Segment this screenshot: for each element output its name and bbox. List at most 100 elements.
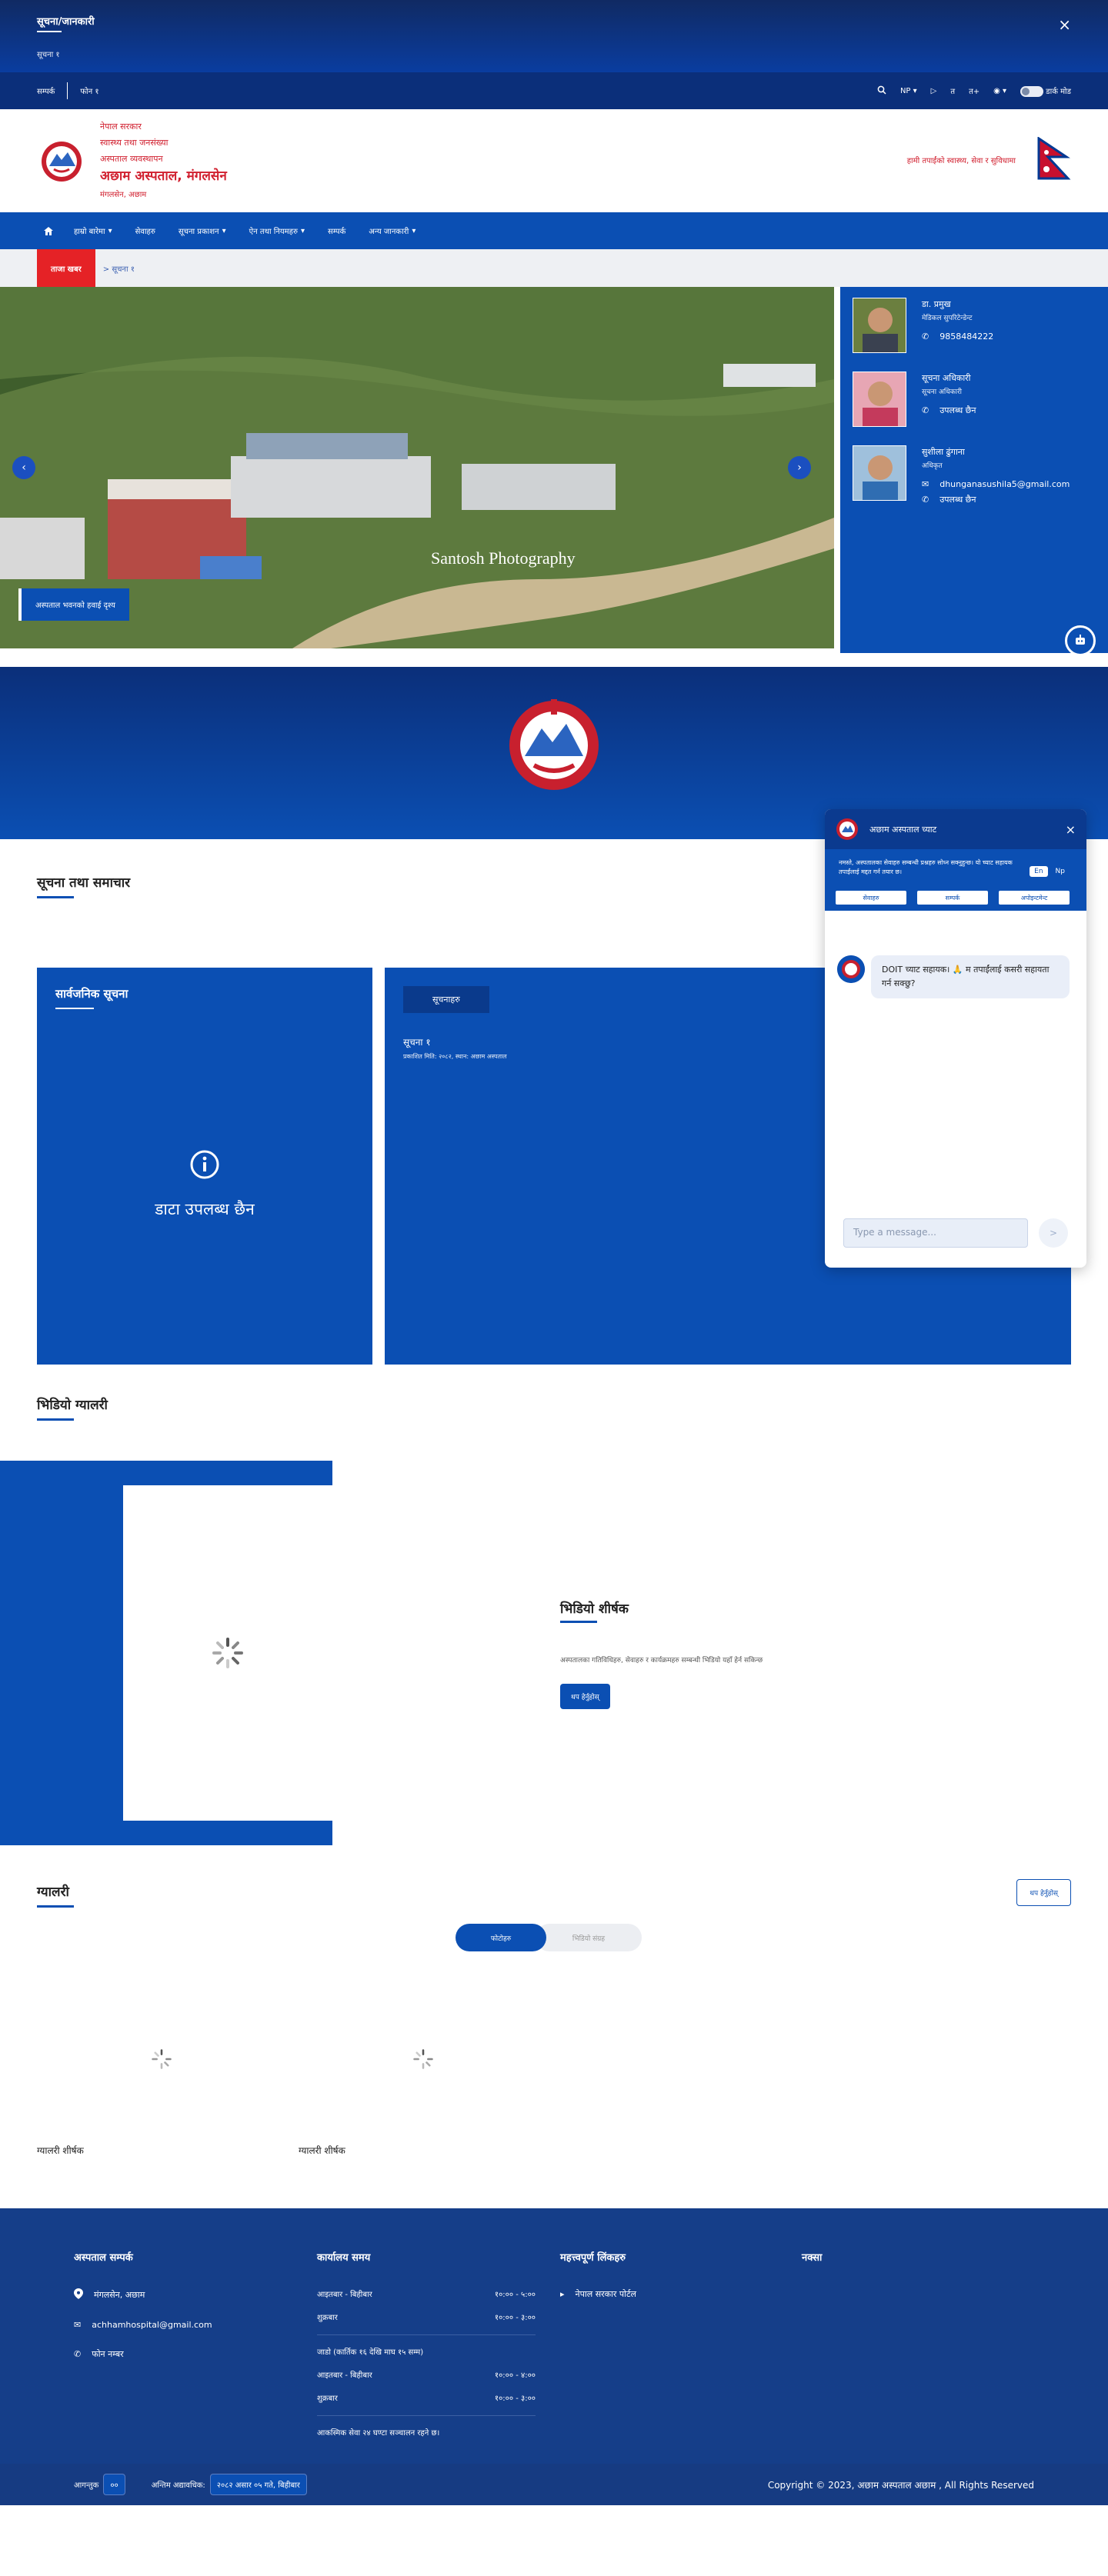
topbar-phone[interactable]: फोन १	[80, 85, 98, 96]
nav-label: अन्य जानकारी	[369, 228, 409, 236]
nav-label: सूचना प्रकाशन	[178, 228, 219, 236]
ticker-label: ताजा खबर	[37, 249, 95, 287]
official-phone-row[interactable]: ✆ 9858484222	[922, 330, 993, 344]
quick-action-button[interactable]: सम्पर्क	[917, 891, 988, 905]
toggle-switch[interactable]	[1020, 85, 1044, 97]
official-email-row[interactable]: ✉ dhunganasushila5@gmail.com	[922, 478, 1070, 492]
loading-spinner-icon	[212, 1638, 243, 1668]
gallery-item-title[interactable]: ग्यालरी शीर्षक	[37, 2144, 84, 2157]
nav-label: सेवाहरु	[135, 228, 155, 236]
notice-close-button[interactable]: ×	[1058, 15, 1071, 34]
video-title: भिडियो शीर्षक	[560, 1599, 629, 1623]
caret-down-icon: ▾	[412, 226, 416, 235]
language-select[interactable]: NP ▾	[900, 87, 917, 95]
nav-label: सम्पर्क	[327, 228, 346, 236]
hours-day: आइतबार - बिहीबार	[317, 2371, 372, 2380]
public-notice-card: सार्वजनिक सूचना डाटा उपलब्ध छैन	[37, 968, 372, 1365]
official-photo	[853, 298, 906, 353]
notice-subtitle[interactable]: सूचना १	[37, 48, 60, 59]
nav-item-laws[interactable]: ऐन तथा नियमहरु ▾	[249, 225, 305, 237]
lang-np-button[interactable]: Np	[1051, 866, 1070, 877]
nav-item-services[interactable]: सेवाहरु	[135, 225, 155, 236]
hours-time: १०:०० - ३:००	[494, 2394, 536, 2403]
site-footer: अस्पताल सम्पर्क मंगलसेन, अछाम ✉ achhamhos…	[0, 2208, 1108, 2505]
official-phone-row[interactable]: ✆ उपलब्ध छैन	[922, 404, 976, 418]
gallery-item-title[interactable]: ग्यालरी शीर्षक	[299, 2144, 345, 2157]
hours-time: १०:०० - ३:००	[494, 2314, 536, 2322]
caret-down-icon: ▾	[222, 226, 226, 235]
chat-input[interactable]: Type a message...	[843, 1218, 1028, 1248]
official-role: मेडिकल सुपरिटेन्डेन्ट	[922, 315, 973, 322]
notices-tab[interactable]: सूचनाहरु	[403, 986, 489, 1013]
caret-down-icon: ▾	[108, 226, 112, 235]
hero-section: Santosh Photography ‹ › अस्पताल भवनको हव…	[0, 287, 1108, 656]
divider	[317, 2334, 536, 2335]
video-more-button[interactable]: थप हेर्नुहोस्	[560, 1684, 610, 1709]
theme-toggle[interactable]: डार्क मोड	[1020, 85, 1071, 97]
nav-item-contact[interactable]: सम्पर्क	[328, 225, 345, 236]
footer-email-row[interactable]: ✉ achhamhospital@gmail.com	[74, 2320, 212, 2330]
language-label: NP	[899, 86, 911, 95]
slider-next-button[interactable]: ›	[788, 456, 811, 479]
topbar-contact[interactable]: सम्पर्क	[37, 85, 55, 96]
chat-intro-text: नमस्ते, अस्पतालका सेवाहरु सम्बन्धी प्रश्…	[839, 859, 1013, 875]
info-icon	[190, 1150, 219, 1179]
nav-item-other[interactable]: अन्य जानकारी ▾	[369, 225, 416, 237]
footer-link-label: नेपाल सरकार पोर्टल	[575, 2289, 637, 2299]
main-nav: हाम्रो बारेमा ▾ सेवाहरु सूचना प्रकाशन ▾ ऐन…	[0, 212, 1108, 249]
footer-map-col: नक्सा	[802, 2250, 822, 2288]
topbar-tools: NP ▾ ▷ त त+ ◉ ▾ डार्क मोड	[877, 85, 1071, 97]
quick-action-button[interactable]: अपोइन्टमेन्ट	[999, 891, 1070, 905]
officials-panel: डा. प्रमुख मेडिकल सुपरिटेन्डेन्ट ✆ 985848…	[840, 287, 1108, 656]
quick-action-button[interactable]: सेवाहरु	[836, 891, 906, 905]
hours-row: शुक्रबार १०:०० - ३:००	[317, 2392, 536, 2403]
home-icon[interactable]	[43, 226, 54, 236]
slider-caption: अस्पताल भवनको हवाई दृश्य	[18, 588, 129, 621]
nepal-emblem-logo[interactable]	[37, 138, 86, 185]
chat-close-button[interactable]: ×	[1066, 822, 1076, 837]
chat-launcher-button[interactable]	[1065, 625, 1096, 656]
image-slider[interactable]: Santosh Photography ‹ › अस्पताल भवनको हव…	[0, 287, 834, 648]
nav-item-publications[interactable]: सूचना प्रकाशन ▾	[178, 225, 226, 237]
gallery-more-button[interactable]: थप हेर्नुहोस्	[1016, 1879, 1071, 1906]
nepal-emblem-large	[509, 699, 599, 790]
font-normal-button[interactable]: त	[950, 85, 955, 96]
hours-footer: आकस्मिक सेवा २४ घण्टा सञ्चालन रहने छ।	[317, 2427, 536, 2438]
chat-title: अछाम अस्पताल च्याट	[869, 824, 937, 835]
official-role: अधिकृत	[922, 462, 943, 470]
official-name: सूचना अधिकारी	[922, 373, 971, 383]
font-small-button[interactable]: ▷	[931, 87, 937, 95]
theme-toggle-label: डार्क मोड	[1046, 87, 1071, 96]
slider-prev-button[interactable]: ‹	[12, 456, 35, 479]
eye-icon[interactable]: ◉ ▾	[993, 87, 1006, 95]
search-icon[interactable]	[877, 85, 886, 97]
bot-avatar	[837, 955, 865, 983]
video-player[interactable]	[123, 1485, 332, 1821]
notice-item-title[interactable]: सूचना १	[403, 1035, 431, 1048]
section-title: ग्यालरी	[37, 1882, 74, 1908]
ticker-item[interactable]: > सूचना १	[103, 263, 135, 274]
phone-icon: ✆	[922, 495, 929, 505]
chat-logo-icon	[836, 818, 858, 840]
footer-links-col: महत्त्वपूर्ण लिंकहरु ▸ नेपाल सरकार पोर्टल	[560, 2250, 636, 2318]
nav-item-about[interactable]: हाम्रो बारेमा ▾	[74, 225, 112, 237]
org-name[interactable]: अछाम अस्पताल, मंगलसेन	[100, 168, 227, 185]
phone-icon: ✆	[74, 2349, 82, 2359]
organization-block: नेपाल सरकार स्वास्थ्य तथा जनसंख्या अस्पत…	[100, 118, 227, 203]
official-phone-row[interactable]: ✆ उपलब्ध छैन	[922, 493, 1070, 507]
hours-note-text: जाडो (कार्तिक १६ देखि माघ १५ सम्म)	[317, 2348, 424, 2357]
phone-icon: ✆	[922, 332, 929, 342]
tab-photos[interactable]: फोटोहरु	[456, 1924, 546, 1951]
footer-link[interactable]: ▸ नेपाल सरकार पोर्टल	[560, 2288, 636, 2300]
chat-widget: अछाम अस्पताल च्याट × नमस्ते, अस्पतालका स…	[825, 809, 1086, 1268]
chat-send-button[interactable]: >	[1039, 1218, 1068, 1248]
tab-videos[interactable]: भिडियो संग्रह	[536, 1924, 642, 1951]
updated-date: २०८२ असार ०५ गते, बिहीबार	[209, 2474, 307, 2495]
caret-down-icon: ▾	[300, 226, 305, 235]
footer-phone-row[interactable]: ✆ फोन नम्बर	[74, 2348, 212, 2360]
video-header: भिडियो ग्यालरी	[0, 1365, 1108, 1421]
footer-phone: फोन नम्बर	[92, 2349, 124, 2359]
footer-heading: कार्यालय समय	[317, 2252, 371, 2264]
lang-en-button[interactable]: En	[1030, 866, 1048, 877]
font-large-button[interactable]: त+	[969, 85, 980, 96]
